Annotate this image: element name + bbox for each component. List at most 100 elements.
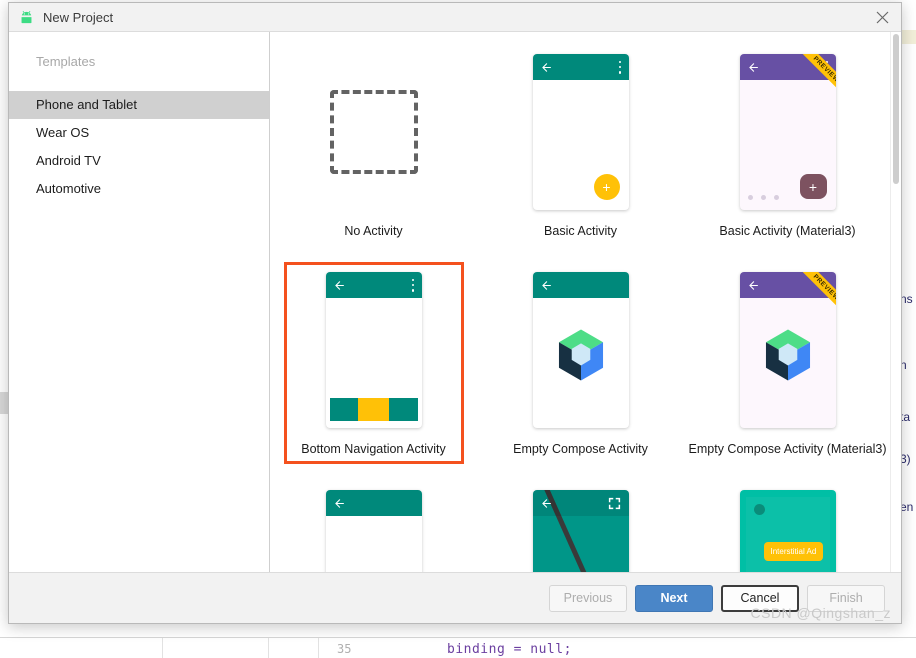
jetpack-compose-logo-icon [558,329,603,381]
bottom-nav-item [389,398,418,421]
phone-preview [532,272,629,428]
arrow-back-icon [334,498,344,508]
bottom-navigation-bar [329,398,418,421]
pagination-dots-icon [747,195,779,200]
bottom-nav-item-active [357,398,390,421]
template-card-bottom-navigation-activity[interactable]: Bottom Navigation Activity [279,262,469,464]
template-thumbnail [325,272,422,428]
sidebar-heading: Templates [36,54,96,69]
dialog-titlebar: New Project [9,3,901,32]
phone-preview [325,272,422,428]
template-label: Basic Activity (Material3) [719,224,856,238]
template-label: No Activity [344,224,403,238]
templates-grid: No Activity + Basic Activity PREVIEW + B… [270,32,891,572]
template-category-sidebar: Templates Phone and Tablet Wear OS Andro… [9,32,270,572]
template-card-no-activity[interactable]: No Activity [279,50,469,242]
arrow-back-icon [748,280,758,290]
templates-panel: No Activity + Basic Activity PREVIEW + B… [270,32,901,572]
ad-inner-surface: Interstitial Ad [745,497,830,572]
sidebar-item-android-tv[interactable]: Android TV [9,147,269,175]
arrow-back-icon [541,280,551,290]
template-thumbnail: PREVIEW + [739,54,836,210]
jetpack-compose-logo-icon [765,329,810,381]
template-thumbnail [326,54,422,210]
floating-action-button: + [799,174,827,199]
ide-bg-text-2: n [900,358,907,372]
template-label: Bottom Navigation Activity [301,442,446,456]
ide-code-line: binding = null; [447,642,572,657]
template-thumbnail [532,272,629,428]
ad-preview: Interstitial Ad [739,490,836,572]
template-card-basic-activity[interactable]: + Basic Activity [486,50,676,242]
fullscreen-expand-icon [608,497,620,509]
app-bar [532,272,629,298]
phone-preview [325,490,422,572]
phone-preview: + [532,54,629,210]
fullscreen-preview [532,490,629,572]
sidebar-item-wear-os[interactable]: Wear OS [9,119,269,147]
sidebar-item-label: Phone and Tablet [36,97,137,112]
dialog-footer: Previous Next Cancel Finish CSDN @Qingsh… [9,572,901,623]
ide-gutter-divider-2 [268,638,269,658]
bottom-nav-item [329,398,358,421]
ad-badge: Interstitial Ad [763,542,824,561]
ide-bg-text-3: ta [900,410,911,424]
templates-scrollbar[interactable] [890,32,901,572]
template-label: Empty Compose Activity [513,442,648,456]
close-icon[interactable] [869,6,895,28]
ide-bg-text-4: 3) [900,452,911,466]
dialog-title: New Project [43,9,114,25]
ide-bg-text-1: ns [900,292,913,306]
avatar-dot-icon [753,504,765,515]
app-bar [532,54,629,80]
cancel-button[interactable]: Cancel [721,584,799,612]
next-button[interactable]: Next [635,584,713,612]
arrow-back-icon [541,498,551,508]
app-bar [325,490,422,516]
phone-preview: Interstitial Ad [739,490,836,572]
template-thumbnail: PREVIEW [739,272,836,428]
overflow-menu-icon [411,278,415,292]
sidebar-item-automotive[interactable]: Automotive [9,175,269,203]
template-card-basic-activity-material3[interactable]: PREVIEW + Basic Activity (Material3) [693,50,883,242]
app-bar [739,272,836,298]
overflow-menu-icon [825,60,829,74]
arrow-back-icon [334,280,344,290]
template-thumbnail: + [532,54,629,210]
template-card-empty-compose-activity[interactable]: Empty Compose Activity [486,268,676,460]
phone-preview: PREVIEW [739,272,836,428]
phone-preview [532,490,629,572]
dashed-square-icon [329,90,418,174]
templates-scrollbar-thumb[interactable] [893,34,899,184]
overflow-menu-icon [618,60,622,74]
ide-gutter-divider-3 [318,638,319,658]
floating-action-button: + [593,174,620,200]
new-project-dialog: New Project Templates Phone and Tablet W… [8,2,902,624]
sidebar-item-label: Wear OS [36,125,90,140]
ide-bg-text-5: en [900,500,914,514]
previous-button[interactable]: Previous [549,584,627,612]
app-bar [739,54,836,80]
app-bar [325,272,422,298]
finish-button[interactable]: Finish [807,584,885,612]
sidebar-item-phone-and-tablet[interactable]: Phone and Tablet [9,91,269,119]
android-robot-icon [21,10,32,23]
dialog-body: Templates Phone and Tablet Wear OS Andro… [9,32,901,572]
template-thumbnail [532,490,629,572]
template-label: Basic Activity [544,224,617,238]
app-bar [532,490,629,516]
phone-preview: PREVIEW + [739,54,836,210]
sidebar-item-label: Automotive [36,181,102,196]
ide-editor-tab [900,30,916,44]
arrow-back-icon [541,62,551,72]
ide-gutter-divider-1 [162,638,163,658]
template-card-row3-plain[interactable] [279,486,469,572]
template-label: Empty Compose Activity (Material3) [688,442,887,456]
ide-right-strip [900,0,916,658]
arrow-back-icon [748,62,758,72]
template-card-row3-interstitial-ad[interactable]: Interstitial Ad [693,486,883,572]
sidebar-item-label: Android TV [36,153,101,168]
ide-line-number: 35 [337,642,352,656]
template-card-empty-compose-activity-material3[interactable]: PREVIEW Empty Compose Activity (Material… [689,268,887,460]
template-card-row3-fullscreen[interactable] [486,486,676,572]
